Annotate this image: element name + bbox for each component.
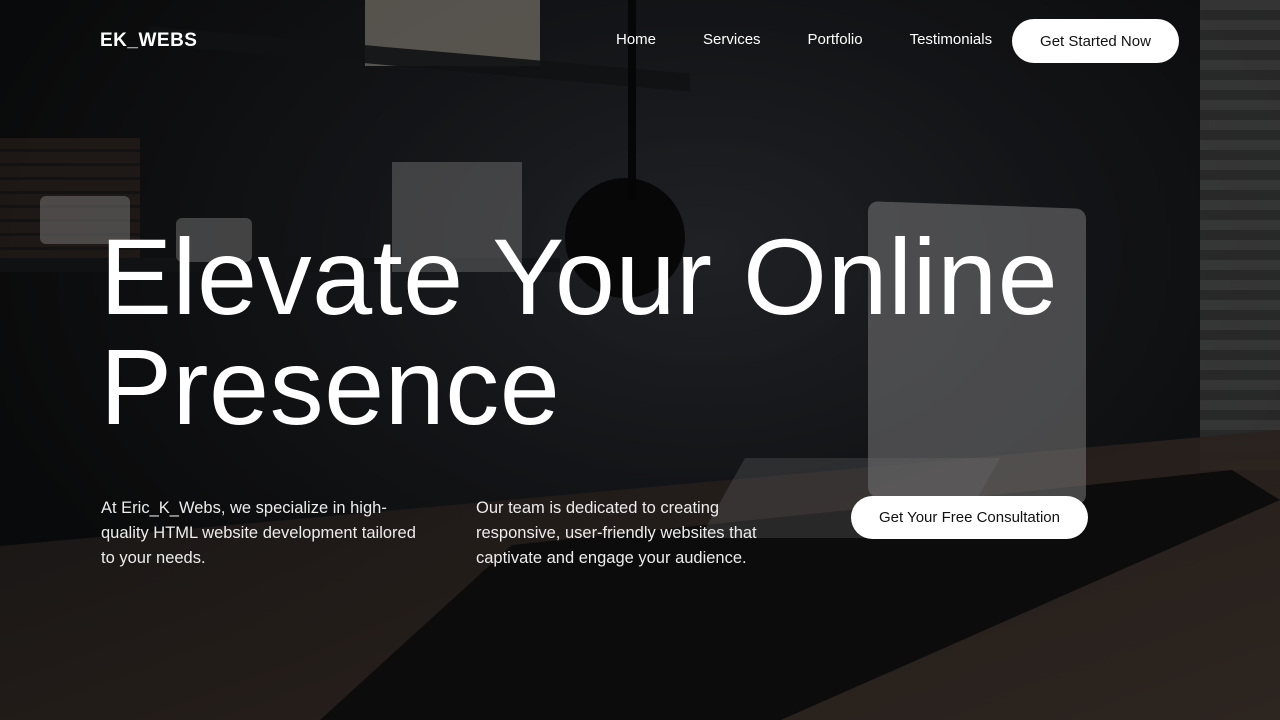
hero-headline: Elevate Your Online Presence [100,216,1059,447]
site-logo[interactable]: EK_WEBS [100,30,197,52]
nav-link-services[interactable]: Services [703,31,761,48]
get-started-button[interactable]: Get Started Now [1012,19,1179,63]
nav-link-testimonials[interactable]: Testimonials [910,31,993,48]
nav-link-home[interactable]: Home [616,31,656,48]
hero-description-left: At Eric_K_Webs, we specialize in high-qu… [101,499,416,567]
main-nav: Home Services Portfolio Testimonials [616,31,992,48]
nav-link-portfolio[interactable]: Portfolio [808,31,863,48]
free-consultation-button[interactable]: Get Your Free Consultation [851,496,1088,539]
hero-description-right: Our team is dedicated to creating respon… [476,499,757,567]
hero-section: EK_WEBS Home Services Portfolio Testimon… [0,0,1280,720]
site-header: EK_WEBS Home Services Portfolio Testimon… [0,0,1280,82]
